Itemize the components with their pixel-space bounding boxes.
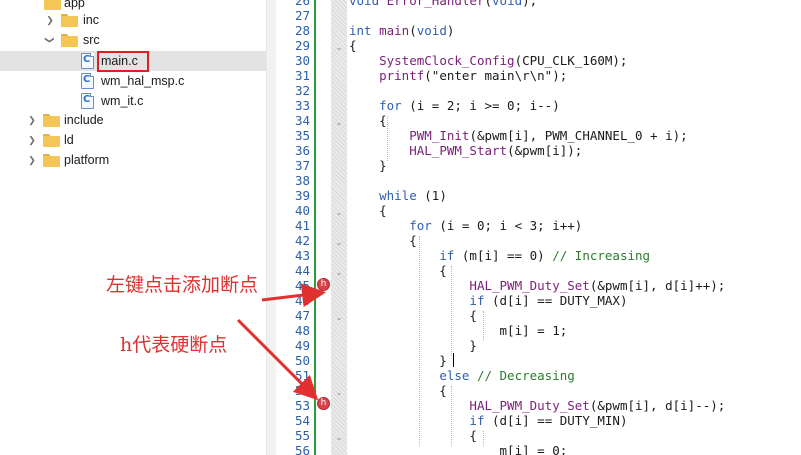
arrow-to-breakpoint-45 xyxy=(261,283,326,308)
arrow-to-breakpoint-53 xyxy=(236,318,319,401)
annotation-arrows xyxy=(236,283,326,401)
